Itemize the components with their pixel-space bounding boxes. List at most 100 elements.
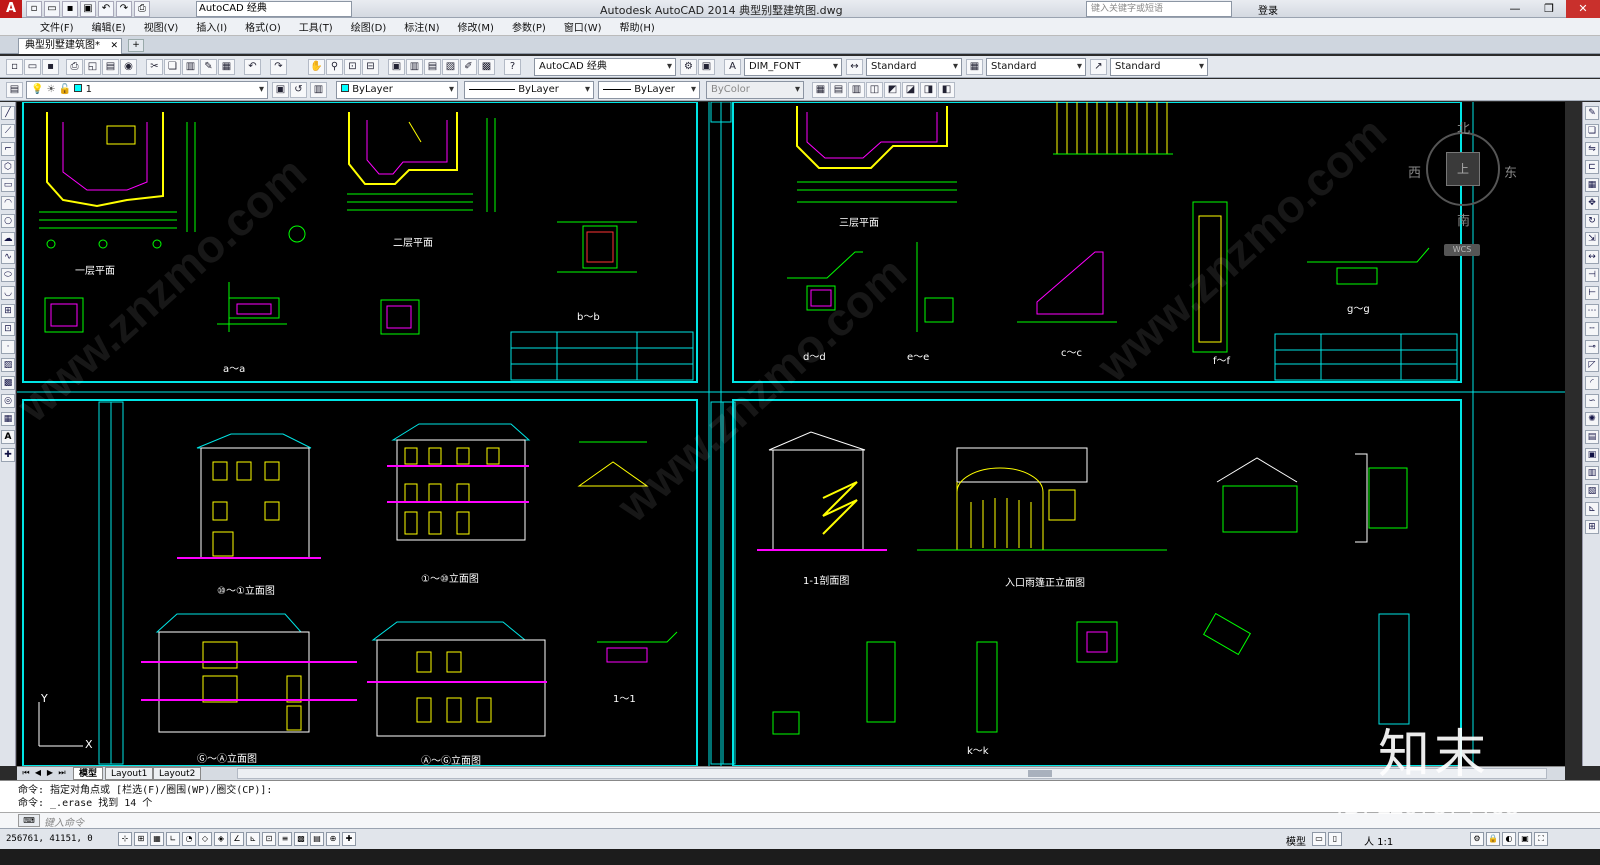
offset-icon[interactable]: ⊏ xyxy=(1585,160,1599,174)
model-space-toggle[interactable]: 模型 xyxy=(1286,833,1306,848)
menu-draw[interactable]: 绘图(D) xyxy=(351,19,387,34)
point-icon[interactable]: · xyxy=(1,340,15,354)
workspace-save-icon[interactable]: ▣ xyxy=(698,59,715,75)
ellipse-icon[interactable]: ⬭ xyxy=(1,268,15,282)
next-tab-icon[interactable]: ▶ xyxy=(45,768,55,777)
viewport-join-icon[interactable]: ◨ xyxy=(920,82,937,98)
otrack-icon[interactable]: ∠ xyxy=(230,832,244,846)
lineweight-select[interactable]: ByLayer xyxy=(598,81,700,99)
copy-object-icon[interactable]: ❏ xyxy=(1585,124,1599,138)
add-selected-icon[interactable]: ✚ xyxy=(1,448,15,462)
undo-icon[interactable]: ↶ xyxy=(98,1,114,17)
fillet-icon[interactable]: ◜ xyxy=(1585,376,1599,390)
quick-view-drawings-icon[interactable]: ▯ xyxy=(1328,832,1342,846)
make-block-icon[interactable]: ⊡ xyxy=(1,322,15,336)
circle-icon[interactable]: ○ xyxy=(1,214,15,228)
viewport-convert-icon[interactable]: ◪ xyxy=(902,82,919,98)
revcloud-icon[interactable]: ☁ xyxy=(1,232,15,246)
insert-block-icon[interactable]: ⊞ xyxy=(1,304,15,318)
linetype-select[interactable]: ByLayer xyxy=(464,81,594,99)
construction-line-icon[interactable]: ⟋ xyxy=(1,124,15,138)
compass-west[interactable]: 西 xyxy=(1408,162,1421,181)
menu-file[interactable]: 文件(F) xyxy=(40,19,74,34)
scrollbar-thumb[interactable] xyxy=(1028,770,1052,777)
menu-tools[interactable]: 工具(T) xyxy=(299,19,333,34)
compass-north[interactable]: 北 xyxy=(1457,118,1470,137)
properties-icon[interactable]: ▣ xyxy=(388,59,405,75)
arc-icon[interactable]: ◠ xyxy=(1,196,15,210)
dim-style-icon[interactable]: ↔ xyxy=(846,59,863,75)
rectangle-icon[interactable]: ▭ xyxy=(1,178,15,192)
sheet-set-icon[interactable]: ▧ xyxy=(442,59,459,75)
open-icon[interactable]: ▭ xyxy=(24,59,41,75)
3d-dwf-icon[interactable]: ◉ xyxy=(120,59,137,75)
tab-drawing[interactable]: 典型别墅建筑图* ✕ xyxy=(18,38,122,54)
polar-icon[interactable]: ◔ xyxy=(182,832,196,846)
markup-icon[interactable]: ✐ xyxy=(460,59,477,75)
layer-previous-icon[interactable]: ↺ xyxy=(290,82,307,98)
workspace-select[interactable]: AutoCAD 经典 xyxy=(534,58,676,76)
clean-screen-icon[interactable]: ⛶ xyxy=(1534,832,1548,846)
drawing-canvas[interactable]: 一层平面 二层平面 a～a b～b 三层平面 d～d e～e c～c f～f g… xyxy=(17,102,1565,766)
undo-icon[interactable]: ↶ xyxy=(244,59,261,75)
cut-icon[interactable]: ✂ xyxy=(146,59,163,75)
hatch-icon[interactable]: ▨ xyxy=(1,358,15,372)
viewport-2-icon[interactable]: ▤ xyxy=(830,82,847,98)
scale-icon[interactable]: ⇲ xyxy=(1585,232,1599,246)
wcs-menu[interactable]: WCS xyxy=(1444,244,1480,256)
open-icon[interactable]: ▭ xyxy=(44,1,60,17)
array-icon[interactable]: ▦ xyxy=(1585,178,1599,192)
menu-edit[interactable]: 编辑(E) xyxy=(92,19,126,34)
redo-icon[interactable]: ↷ xyxy=(116,1,132,17)
coordinate-readout[interactable]: 256761, 41151, 0 xyxy=(6,834,93,844)
mtext-icon[interactable]: A xyxy=(1,430,15,444)
prev-tab-icon[interactable]: ◀ xyxy=(33,768,43,777)
tool-palettes-icon[interactable]: ▤ xyxy=(424,59,441,75)
horizontal-scrollbar[interactable] xyxy=(237,768,1547,779)
lock-ui-icon[interactable]: 🔒 xyxy=(1486,832,1500,846)
autocad-logo-icon[interactable]: A xyxy=(0,0,22,18)
3d-osnap-icon[interactable]: ◈ xyxy=(214,832,228,846)
properties-palette-icon[interactable]: ▣ xyxy=(1585,448,1599,462)
viewcube[interactable]: 北 南 西 东 上 WCS xyxy=(1408,118,1538,258)
tab-close-icon[interactable]: ✕ xyxy=(110,39,118,53)
group-icon[interactable]: ▧ xyxy=(1585,484,1599,498)
help-search-input[interactable]: 键入关键字或短语 xyxy=(1086,1,1232,17)
trim-icon[interactable]: ⊣ xyxy=(1585,268,1599,282)
viewcube-top-face[interactable]: 上 xyxy=(1446,152,1480,186)
menu-modify[interactable]: 修改(M) xyxy=(458,19,494,34)
line-icon[interactable]: ╱ xyxy=(1,106,15,120)
saveas-icon[interactable]: ▣ xyxy=(80,1,96,17)
help-icon[interactable]: ? xyxy=(504,59,521,75)
menu-view[interactable]: 视图(V) xyxy=(144,19,179,34)
viewport-lock-icon[interactable]: ◩ xyxy=(884,82,901,98)
plotstyle-select[interactable]: ByColor xyxy=(706,81,804,99)
new-icon[interactable]: ▫ xyxy=(6,59,23,75)
menu-help[interactable]: 帮助(H) xyxy=(620,19,655,34)
layer-select[interactable]: 💡 ☀ 🔓 1 xyxy=(26,81,268,99)
layer-state-icon[interactable]: ▥ xyxy=(310,82,327,98)
table-style-icon[interactable]: ▦ xyxy=(966,59,983,75)
pan-icon[interactable]: ✋ xyxy=(308,59,325,75)
move-icon[interactable]: ✥ xyxy=(1585,196,1599,210)
dim-style-select[interactable]: Standard xyxy=(866,58,962,76)
dynamic-input-icon[interactable]: ⊡ xyxy=(262,832,276,846)
lineweight-icon[interactable]: ≡ xyxy=(278,832,292,846)
tab-layout2[interactable]: Layout2 xyxy=(153,767,202,780)
publish-icon[interactable]: ▤ xyxy=(102,59,119,75)
viewport-clip-icon[interactable]: ▥ xyxy=(848,82,865,98)
multileader-style-icon[interactable]: ↗ xyxy=(1090,59,1107,75)
viewport-dialog-icon[interactable]: ◧ xyxy=(938,82,955,98)
selection-cycling-icon[interactable]: ⊕ xyxy=(326,832,340,846)
zoom-window-icon[interactable]: ⊡ xyxy=(344,59,361,75)
maximize-icon[interactable]: ❐ xyxy=(1532,0,1566,18)
compass-east[interactable]: 东 xyxy=(1504,162,1517,181)
color-select[interactable]: ByLayer xyxy=(336,81,458,99)
quick-select-icon[interactable]: ⊞ xyxy=(1585,520,1599,534)
transparency-icon[interactable]: ▩ xyxy=(294,832,308,846)
save-icon[interactable]: ▪ xyxy=(42,59,59,75)
save-icon[interactable]: ▪ xyxy=(62,1,78,17)
menu-dimension[interactable]: 标注(N) xyxy=(404,19,439,34)
menu-insert[interactable]: 插入(I) xyxy=(196,19,227,34)
spline-icon[interactable]: ∿ xyxy=(1,250,15,264)
